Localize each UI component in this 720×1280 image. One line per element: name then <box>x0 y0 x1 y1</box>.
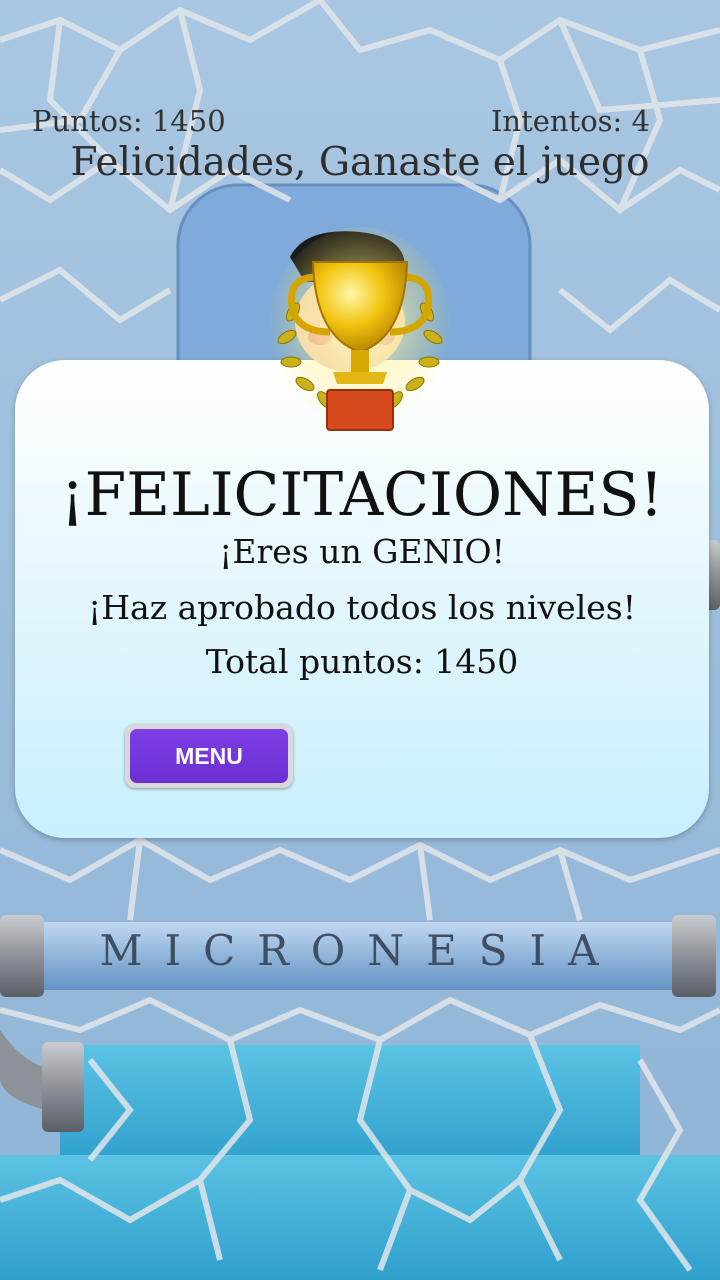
status-message: Felicidades, Ganaste el juego <box>70 140 650 185</box>
dialog-title: ¡FELICITACIONES! <box>60 460 664 530</box>
attempts-label: Intentos: 4 <box>490 104 650 138</box>
trophy-icon <box>268 227 452 437</box>
genius-text: ¡Eres un GENIO! <box>219 532 505 571</box>
levels-passed-text: ¡Haz aprobado todos los niveles! <box>88 588 636 627</box>
score-label: Puntos: 1450 <box>32 104 226 138</box>
total-points-text: Total puntos: 1450 <box>205 642 519 681</box>
menu-button[interactable]: MENU <box>125 724 293 788</box>
country-word: MICRONESIA <box>99 926 621 975</box>
menu-button-label[interactable]: MENU <box>130 729 288 783</box>
